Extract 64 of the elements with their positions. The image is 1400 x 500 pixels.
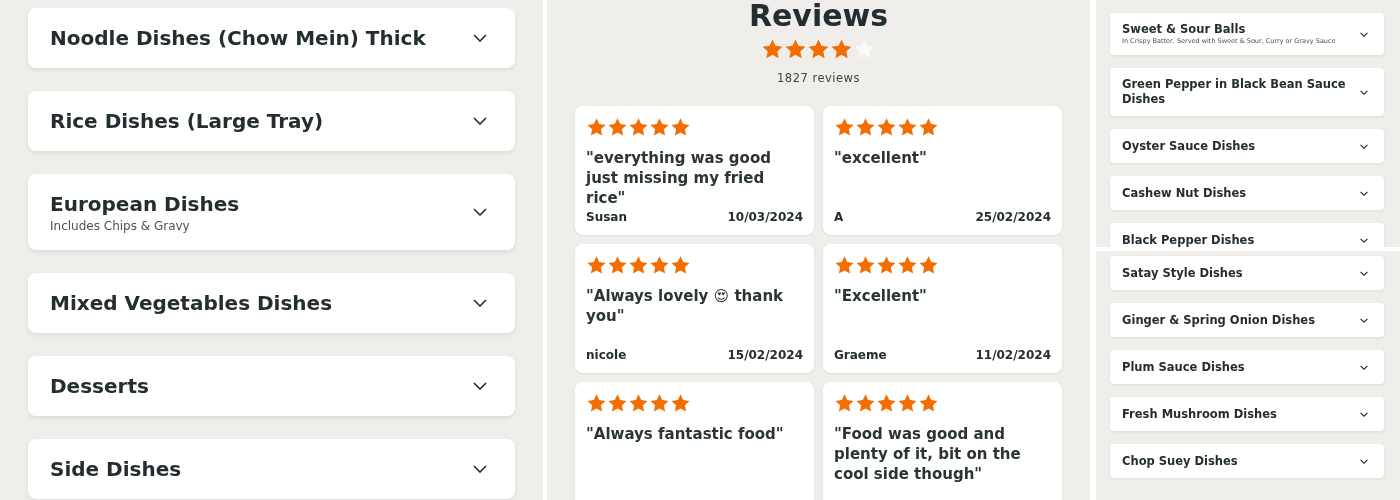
category-title: Noodle Dishes (Chow Mein) Thick <box>50 25 427 52</box>
category-card[interactable]: Cashew Nut Dishes <box>1110 176 1384 210</box>
chevron-down-icon <box>1360 237 1368 243</box>
category-card[interactable]: Fresh Mushroom Dishes <box>1110 397 1384 431</box>
review-text: "excellent" <box>834 148 928 168</box>
category-card[interactable]: Black Pepper Dishes <box>1110 223 1384 247</box>
category-card[interactable]: Ginger & Spring Onion Dishes <box>1110 303 1384 337</box>
category-title: Desserts <box>50 373 150 400</box>
category-subtitle: Includes Chips & Gravy <box>50 218 191 234</box>
chevron-down-icon <box>1360 270 1368 276</box>
category-title: Side Dishes <box>50 456 183 483</box>
chevron-down-icon <box>1360 364 1368 370</box>
category-card[interactable]: Plum Sauce Dishes <box>1110 350 1384 384</box>
review-text: "everything was good just missing my fried rice" <box>586 148 772 208</box>
chevron-down-icon <box>1360 317 1368 323</box>
review-text: "Food was good and plenty of it, bit on the cool side though" <box>834 424 1022 484</box>
category-card[interactable]: Mixed Vegetables Dishes <box>28 273 515 333</box>
chevron-down-icon <box>473 299 487 307</box>
category-card[interactable]: Oyster Sauce Dishes <box>1110 129 1384 163</box>
category-title: Green Pepper in Black Bean Sauce Dishes <box>1122 77 1347 107</box>
category-title: Plum Sauce Dishes <box>1122 359 1246 375</box>
category-title: Sweet & Sour Balls <box>1122 22 1247 37</box>
category-card[interactable]: Side Dishes <box>28 439 515 499</box>
chevron-down-icon <box>1360 458 1368 464</box>
category-title: Mixed Vegetables Dishes <box>50 290 334 317</box>
review-text: "Always lovely 😍 thank you" <box>586 286 785 326</box>
review-text: "Always fantastic food" <box>586 424 785 444</box>
chevron-down-icon <box>473 117 487 125</box>
chevron-down-icon <box>473 208 487 216</box>
category-title: European Dishes <box>50 191 241 218</box>
review-date: 11/02/2024 <box>975 348 1051 362</box>
chevron-down-icon <box>473 465 487 473</box>
review-author: Susan <box>586 210 627 224</box>
category-title: Cashew Nut Dishes <box>1122 185 1248 201</box>
category-title: Rice Dishes (Large Tray) <box>50 108 325 135</box>
review-date: 25/02/2024 <box>975 210 1051 224</box>
chevron-down-icon <box>1360 143 1368 149</box>
category-title: Ginger & Spring Onion Dishes <box>1122 312 1317 328</box>
chevron-down-icon <box>1360 89 1368 95</box>
review-author: Graeme <box>834 348 887 362</box>
review-count: 1827 reviews <box>777 71 860 85</box>
category-title: Black Pepper Dishes <box>1122 232 1256 247</box>
category-card[interactable]: European Dishes Includes Chips & Gravy <box>28 174 515 250</box>
chevron-down-icon <box>1360 190 1368 196</box>
review-date: 15/02/2024 <box>727 348 803 362</box>
category-card[interactable]: Noodle Dishes (Chow Mein) Thick <box>28 8 515 68</box>
category-title: Chop Suey Dishes <box>1122 453 1239 469</box>
category-card[interactable]: Green Pepper in Black Bean Sauce Dishes <box>1110 68 1384 116</box>
reviews-heading: Reviews <box>748 0 889 32</box>
chevron-down-icon <box>1360 411 1368 417</box>
review-date: 10/03/2024 <box>727 210 803 224</box>
review-text: "Excellent" <box>834 286 928 306</box>
category-card[interactable]: Satay Style Dishes <box>1110 256 1384 290</box>
category-card[interactable]: Desserts <box>28 356 515 416</box>
review-author: nicole <box>586 348 627 362</box>
category-card[interactable]: Chop Suey Dishes <box>1110 444 1384 478</box>
category-title: Oyster Sauce Dishes <box>1122 138 1257 154</box>
review-author: A <box>834 210 844 224</box>
category-card[interactable]: Rice Dishes (Large Tray) <box>28 91 515 151</box>
chevron-down-icon <box>473 34 487 42</box>
category-title: Fresh Mushroom Dishes <box>1122 406 1278 422</box>
category-title: Satay Style Dishes <box>1122 265 1244 281</box>
chevron-down-icon <box>1360 31 1368 37</box>
chevron-down-icon <box>473 382 487 390</box>
